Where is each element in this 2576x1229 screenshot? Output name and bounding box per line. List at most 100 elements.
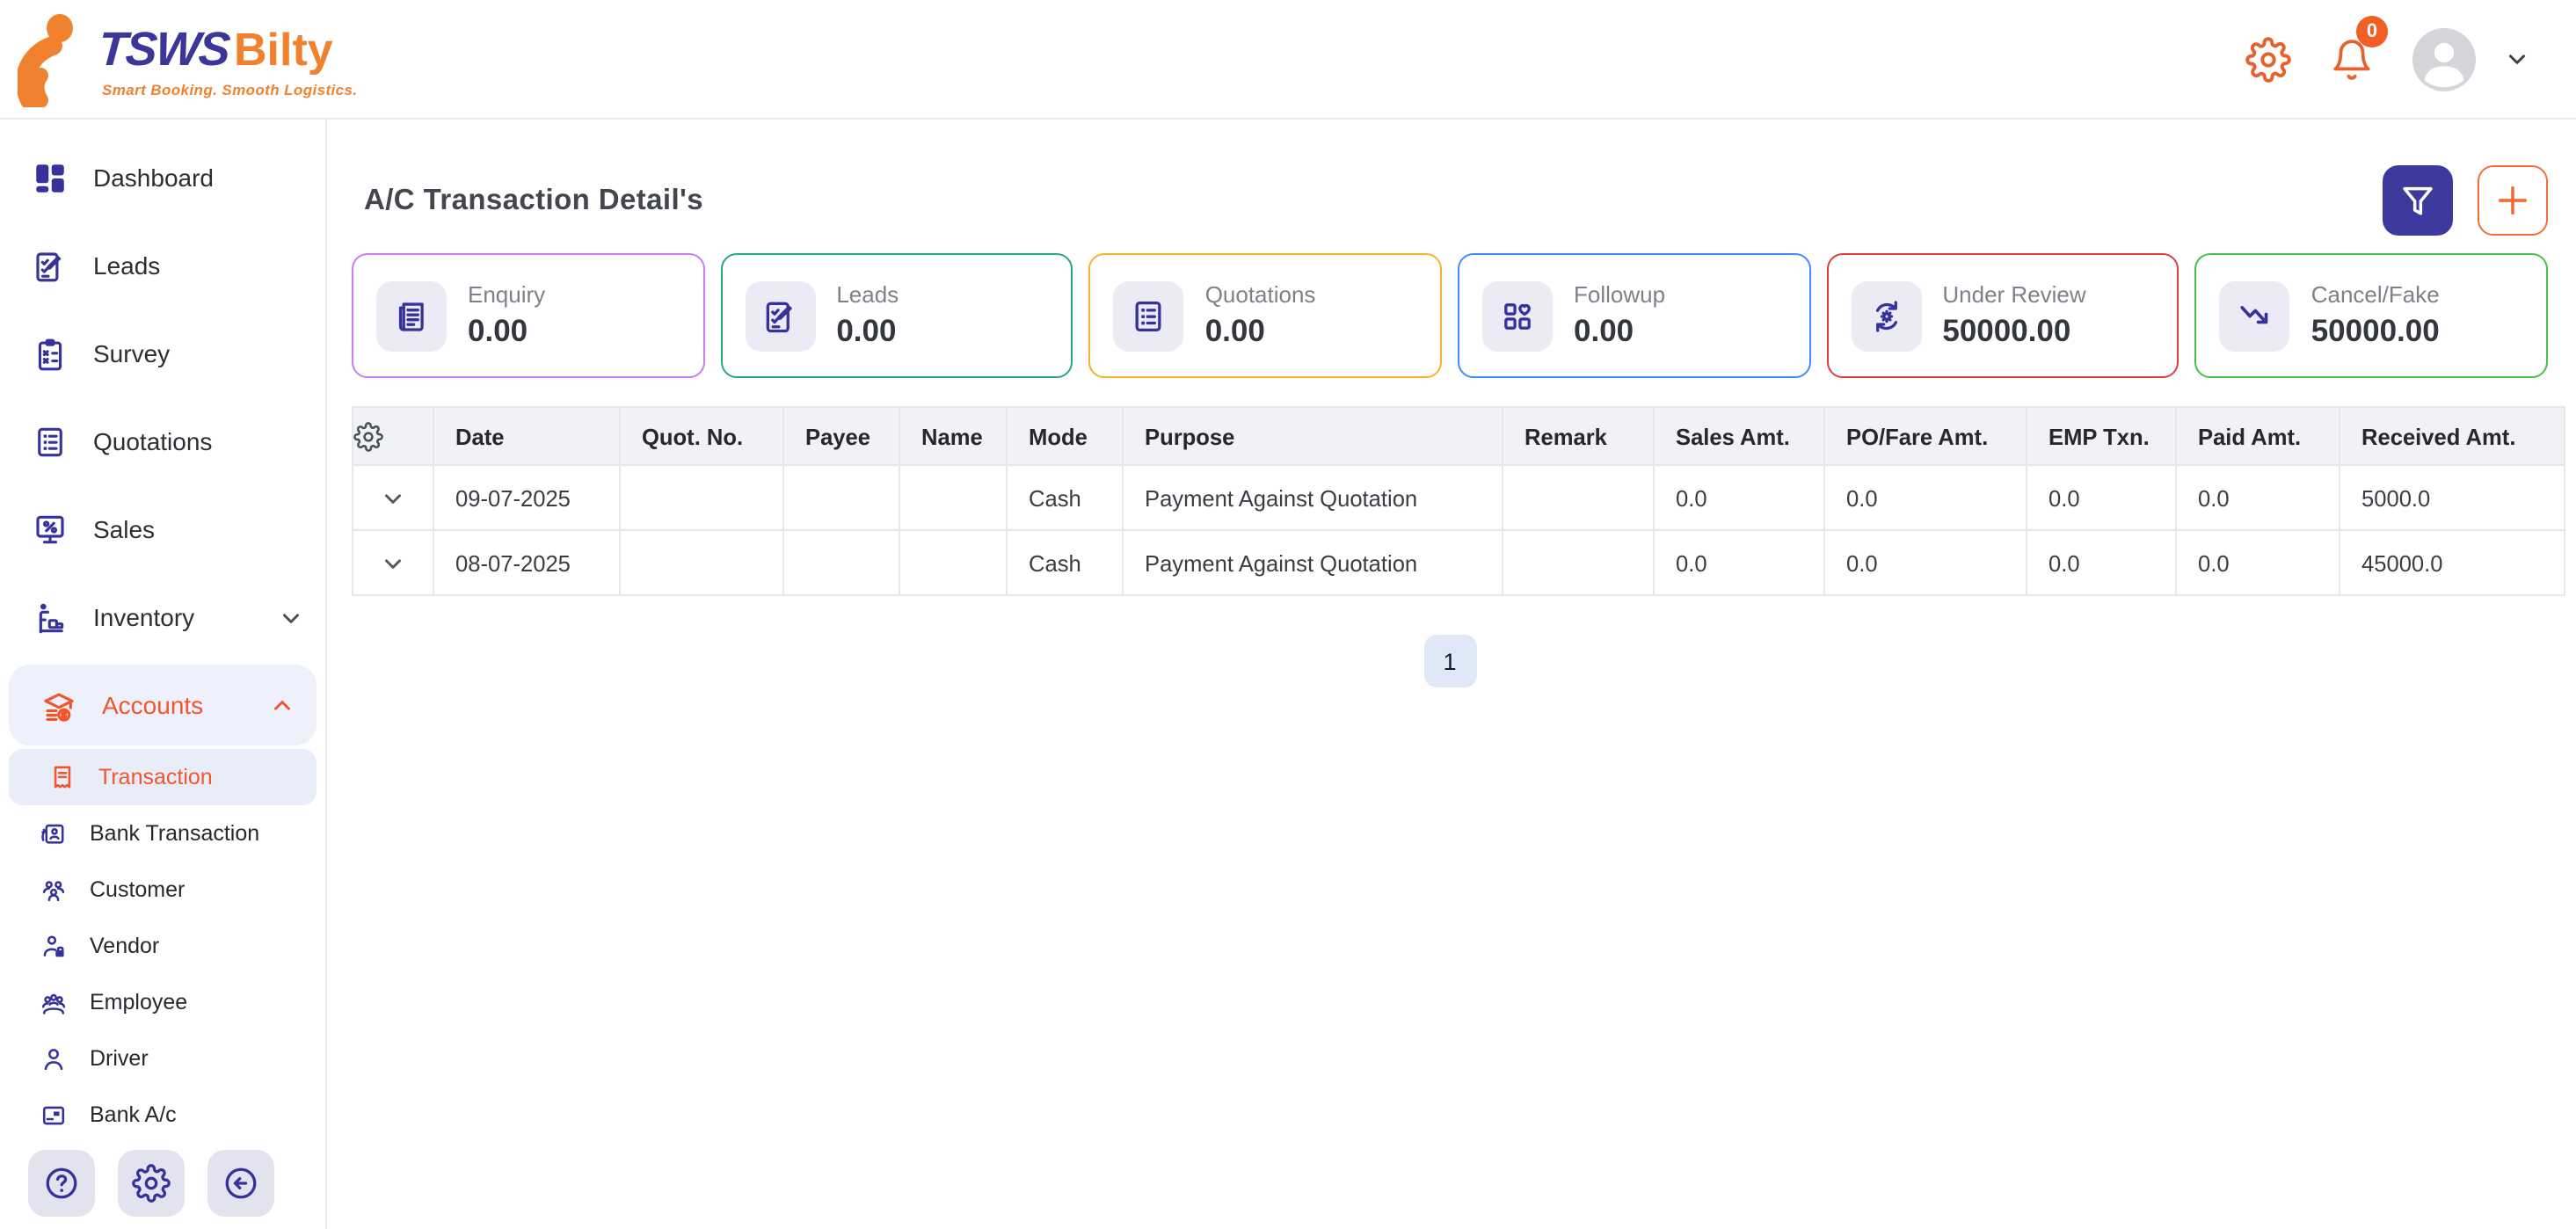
pagination: 1 (352, 635, 2548, 687)
table-cell (620, 530, 783, 595)
row-expand-chevron-icon[interactable] (353, 530, 433, 595)
summary-card-icon-chip (1482, 280, 1553, 351)
column-header-paid-amt: Paid Amt. (2176, 407, 2340, 465)
chevron-up-icon (269, 692, 295, 718)
filter-button[interactable] (2383, 165, 2453, 236)
table-cell (783, 465, 899, 530)
add-transaction-button[interactable] (2478, 165, 2548, 236)
sidebar-subitem-bank-transaction[interactable]: Bank Transaction (0, 805, 325, 862)
settings-gear-icon[interactable] (2245, 36, 2291, 82)
summary-card-text: Under Review50000.00 (1942, 283, 2085, 348)
summary-card-value: 50000.00 (2311, 313, 2440, 348)
sidebar-item-label: Inventory (93, 603, 253, 631)
sidebar-item-quotations[interactable]: Quotations (0, 397, 325, 485)
column-header-purpose: Purpose (1123, 407, 1503, 465)
summary-card-cancel-fake[interactable]: Cancel/Fake 50000.00 (2195, 253, 2548, 378)
sidebar-footer-back-button[interactable] (207, 1150, 274, 1217)
column-header-quot-no: Quot. No. (620, 407, 783, 465)
sidebar-footer-settings-button[interactable] (118, 1150, 185, 1217)
chevron-down-icon (380, 485, 406, 512)
summary-card-followup[interactable]: Followup0.00 (1458, 253, 1810, 378)
sidebar-item-accounts[interactable]: Accounts (9, 665, 317, 745)
inventory-icon (32, 599, 69, 636)
sidebar-item-label: Accounts (102, 691, 244, 719)
table-cell: Payment Against Quotation (1123, 465, 1503, 530)
chevron-down-icon (380, 550, 406, 577)
brand-name-primary: TSWS (97, 22, 230, 76)
sidebar-subitem-transaction[interactable]: Transaction (9, 749, 317, 805)
row-expand-chevron-icon[interactable] (353, 465, 433, 530)
receipt-icon (47, 762, 77, 792)
settings-icon (132, 1164, 171, 1203)
summary-card-leads[interactable]: Leads0.00 (720, 253, 1073, 378)
column-header-sales-amt: Sales Amt. (1654, 407, 1824, 465)
brand-logo[interactable]: TSWS Bilty Smart Booking. Smooth Logisti… (18, 11, 358, 106)
column-settings-header[interactable] (353, 407, 433, 465)
sidebar-item-label: Dashboard (93, 164, 304, 192)
customer-icon (39, 875, 69, 905)
summary-card-label: Enquiry (468, 283, 545, 309)
sidebar-item-sales[interactable]: Sales (0, 485, 325, 573)
bank-account-icon (39, 1100, 69, 1130)
pagination-page-1-button[interactable]: 1 (1423, 635, 1476, 687)
sidebar-subitem-employee[interactable]: Employee (0, 974, 325, 1030)
sidebar-subitem-customer[interactable]: Customer (0, 862, 325, 918)
sidebar-subitem-label: Employee (90, 990, 187, 1014)
column-header-payee: Payee (783, 407, 899, 465)
column-header-remark: Remark (1503, 407, 1654, 465)
dashboard-icon (32, 159, 69, 196)
summary-card-under-review[interactable]: Under Review50000.00 (1826, 253, 2179, 378)
table-cell: 0.0 (2176, 530, 2340, 595)
table-cell: 0.0 (1654, 465, 1824, 530)
table-cell: 45000.0 (2340, 530, 2565, 595)
user-menu-chevron-down-icon[interactable] (2504, 46, 2530, 72)
user-avatar[interactable] (2412, 27, 2476, 91)
sidebar-subitem-label: Customer (90, 877, 185, 902)
sidebar-subitem-bank-a-c[interactable]: Bank A/c (0, 1087, 325, 1143)
employee-icon (39, 987, 69, 1017)
sidebar-item-dashboard[interactable]: Dashboard (0, 134, 325, 222)
sidebar-item-survey[interactable]: Survey (0, 309, 325, 397)
summary-card-value: 0.00 (1574, 313, 1665, 348)
table-cell: 0.0 (2027, 465, 2176, 530)
table-cell: 08-07-2025 (433, 530, 620, 595)
table-cell (1503, 465, 1654, 530)
leads-icon (760, 296, 799, 335)
sidebar-subitem-driver[interactable]: Driver (0, 1030, 325, 1087)
notifications-bell-icon[interactable]: 0 (2330, 36, 2374, 82)
sidebar-item-label: Survey (93, 339, 304, 367)
sidebar-item-leads[interactable]: Leads (0, 222, 325, 309)
column-header-received-amt: Received Amt. (2340, 407, 2565, 465)
summary-card-icon-chip (745, 280, 815, 351)
notification-count-badge: 0 (2356, 15, 2388, 47)
summary-card-text: Followup0.00 (1574, 283, 1665, 348)
summary-card-label: Cancel/Fake (2311, 283, 2440, 309)
vendor-icon (39, 931, 69, 961)
summary-card-enquiry[interactable]: Enquiry 0.00 (352, 253, 704, 378)
summary-card-icon-chip (2220, 280, 2290, 351)
brand-tagline: Smart Booking. Smooth Logistics. (102, 80, 358, 98)
sidebar-footer-help-button[interactable] (28, 1150, 95, 1217)
sidebar-sub-nav: TransactionBank Transaction Customer Vendo… (0, 749, 325, 1143)
enquiry-icon (392, 296, 431, 335)
brand-person-icon (18, 11, 95, 106)
table-cell: 09-07-2025 (433, 465, 620, 530)
table-cell (1503, 530, 1654, 595)
sidebar-item-inventory[interactable]: Inventory (0, 573, 325, 661)
summary-card-value: 0.00 (468, 313, 545, 348)
summary-card-value: 0.00 (1205, 313, 1316, 348)
brand-name-secondary: Bilty (234, 22, 333, 76)
summary-card-label: Leads (836, 283, 899, 309)
main-content: A/C Transaction Detail's Enquiry0.00Lead… (327, 120, 2576, 1229)
driver-icon (39, 1044, 69, 1073)
back-icon (222, 1164, 260, 1203)
sales-icon (32, 511, 69, 548)
table-cell: Cash (1007, 465, 1123, 530)
header-actions: 0 (2245, 27, 2530, 91)
followup-icon (1498, 296, 1537, 335)
leads-icon (32, 247, 69, 284)
quotations-icon (32, 423, 69, 460)
sidebar-subitem-vendor[interactable]: Vendor (0, 918, 325, 974)
summary-card-quotations[interactable]: Quotations0.00 (1089, 253, 1442, 378)
plus-icon (2493, 181, 2532, 220)
